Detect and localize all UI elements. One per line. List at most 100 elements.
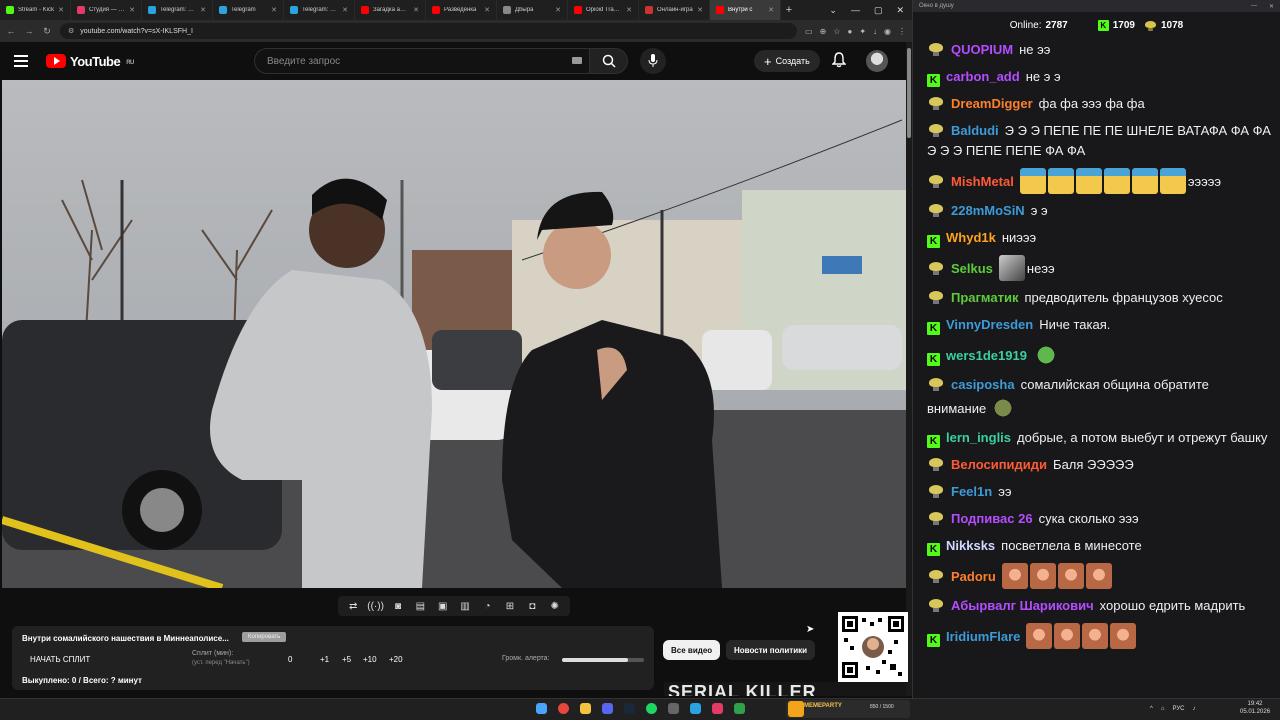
extension-icon[interactable]: ● (847, 27, 852, 36)
search-button[interactable] (590, 48, 628, 74)
tab-search-icon[interactable]: ⌄ (829, 5, 837, 16)
steam-app-icon[interactable] (624, 703, 635, 714)
loop-icon[interactable]: ⇄ (346, 599, 360, 613)
chip-policy-news[interactable]: Новости политики (726, 640, 816, 660)
chat-username[interactable]: Абырвалг Шарикович (951, 598, 1094, 613)
tab-close-icon[interactable]: ✕ (58, 6, 64, 14)
browser-tab[interactable]: Студия — VK ✕ (71, 0, 142, 20)
extensions-puzzle-icon[interactable]: ✦ (859, 27, 866, 36)
site-info-icon[interactable]: ⚙ (68, 27, 74, 35)
notifications-button[interactable] (831, 52, 847, 73)
youtube-logo[interactable]: YouTube RU (46, 54, 134, 69)
tab-close-icon[interactable]: ✕ (342, 6, 348, 14)
chat-username[interactable]: DreamDigger (951, 96, 1033, 111)
chat-username[interactable]: Selkus (951, 261, 993, 276)
tray-chevron-icon[interactable]: ^ (1150, 706, 1153, 712)
explorer-app-icon[interactable] (580, 703, 591, 714)
close-window-icon[interactable]: ✕ (896, 5, 904, 16)
tab-close-icon[interactable]: ✕ (271, 6, 277, 14)
chip-all-videos[interactable]: Все видео (663, 640, 721, 660)
chat-username[interactable]: MishMetal (951, 174, 1014, 189)
new-tab-icon[interactable]: + (781, 4, 797, 16)
add-20-button[interactable]: +20 (389, 655, 403, 664)
tab-close-icon[interactable]: ✕ (413, 6, 419, 14)
add-timestamp-icon[interactable]: ⊞ (503, 599, 517, 613)
forward-icon[interactable]: → (24, 26, 34, 36)
camera-icon[interactable]: ◘ (525, 599, 539, 613)
url-field[interactable]: ⚙ youtube.com/watch?v=sX-IKLSFH_I (60, 23, 798, 39)
settings-gear-icon[interactable]: ✺ (548, 599, 562, 613)
reload-icon[interactable]: ↻ (42, 26, 52, 37)
add-10-button[interactable]: +10 (363, 655, 377, 664)
taskbar-clock[interactable]: 19:42 05.01.2026 (1240, 700, 1270, 716)
keyboard-icon[interactable] (572, 57, 582, 64)
chat-username[interactable]: QUOPIUM (951, 42, 1013, 57)
chat-username[interactable]: Whyd1k (946, 230, 996, 245)
language-indicator[interactable]: РУС (1172, 706, 1184, 712)
profile-icon[interactable]: ◉ (884, 27, 891, 36)
tab-close-icon[interactable]: ✕ (200, 6, 206, 14)
chat-username[interactable]: Прагматик (951, 290, 1018, 305)
back-icon[interactable]: ← (6, 26, 16, 36)
tab-close-icon[interactable]: ✕ (626, 6, 632, 14)
tab-close-icon[interactable]: ✕ (484, 6, 490, 14)
browser-tab[interactable]: Telegram: View ✕ (142, 0, 213, 20)
browser-tab[interactable]: Telegram: View ✕ (284, 0, 355, 20)
chat-username[interactable]: lern_inglis (946, 430, 1011, 445)
volume-icon[interactable]: ♪ (1192, 706, 1195, 712)
discord-app-icon[interactable] (602, 703, 613, 714)
chat-username[interactable]: Nikksks (946, 538, 995, 553)
obs-app-icon[interactable] (668, 703, 679, 714)
minimize-window-icon[interactable]: — (851, 5, 860, 16)
video-player[interactable] (2, 80, 906, 588)
chat-username[interactable]: Подпивас 26 (951, 511, 1033, 526)
spotify-app-icon[interactable] (646, 703, 657, 714)
create-button[interactable]: + Создать (754, 50, 820, 72)
chat-username[interactable]: casiposha (951, 377, 1015, 392)
split-value[interactable]: 0 (288, 655, 292, 664)
alert-volume-slider[interactable] (562, 658, 644, 662)
browser-tab[interactable]: Загадка аренд ✕ (355, 0, 426, 20)
cast-icon[interactable]: ▭ (805, 27, 813, 36)
browser-tab[interactable]: Онлайн-игра ✕ (639, 0, 710, 20)
app-icon-active[interactable] (712, 703, 723, 714)
menu-hamburger-icon[interactable] (14, 55, 28, 67)
browser-tab[interactable]: Дbыра ✕ (497, 0, 568, 20)
minimize-icon[interactable]: — (1251, 3, 1257, 9)
browser-tab[interactable]: Внутри с ✕ (710, 0, 781, 20)
screen-eye-icon[interactable]: ◙ (391, 599, 405, 613)
chrome-app-icon[interactable] (558, 703, 569, 714)
start-split-button[interactable]: НАЧАТЬ СПЛИТ (30, 655, 90, 664)
chat-username[interactable]: Baldudi (951, 123, 999, 138)
browser-menu-icon[interactable]: ⋮ (898, 27, 906, 36)
tab-close-icon[interactable]: ✕ (555, 6, 561, 14)
next-video-thumbnail[interactable]: SERIAL KILLER (664, 682, 906, 696)
search-input[interactable] (254, 48, 590, 74)
telegram-app-icon[interactable] (690, 703, 701, 714)
chat-username[interactable]: IridiumFlare (946, 629, 1020, 644)
browser-tab[interactable]: Opioid Tragedy ✕ (568, 0, 639, 20)
install-icon[interactable]: ⊕ (820, 27, 827, 36)
network-icon[interactable]: ⌂ (1161, 706, 1165, 712)
clip-icon[interactable]: ▥ (458, 599, 472, 613)
scrollbar-thumb[interactable] (907, 48, 911, 138)
chat-username[interactable]: Padoru (951, 569, 996, 584)
taskbar-widget[interactable]: MEMEPARTY 850 / 1500 (786, 698, 910, 720)
film-icon[interactable]: ▤ (413, 599, 427, 613)
copy-button[interactable]: Копировать (242, 632, 287, 642)
voice-search-button[interactable] (640, 48, 666, 74)
add-1-button[interactable]: +1 (320, 655, 329, 664)
chat-username[interactable]: Feel1n (951, 484, 992, 499)
close-icon[interactable]: ✕ (1269, 3, 1274, 10)
tab-close-icon[interactable]: ✕ (129, 6, 135, 14)
speed-icon[interactable]: ◔ (481, 599, 495, 613)
chat-username[interactable]: VinnyDresden (946, 317, 1033, 332)
app-icon-green[interactable] (734, 703, 745, 714)
browser-tab[interactable]: Telegram ✕ (213, 0, 284, 20)
tab-close-icon[interactable]: ✕ (697, 6, 703, 14)
chat-username[interactable]: Велосипидиди (951, 457, 1047, 472)
chat-username[interactable]: wers1de1919 (946, 348, 1027, 363)
browser-tab[interactable]: Разведенка ✕ (426, 0, 497, 20)
bookmark-star-icon[interactable]: ☆ (833, 27, 840, 36)
picture-in-picture-icon[interactable]: ▣ (436, 599, 450, 613)
